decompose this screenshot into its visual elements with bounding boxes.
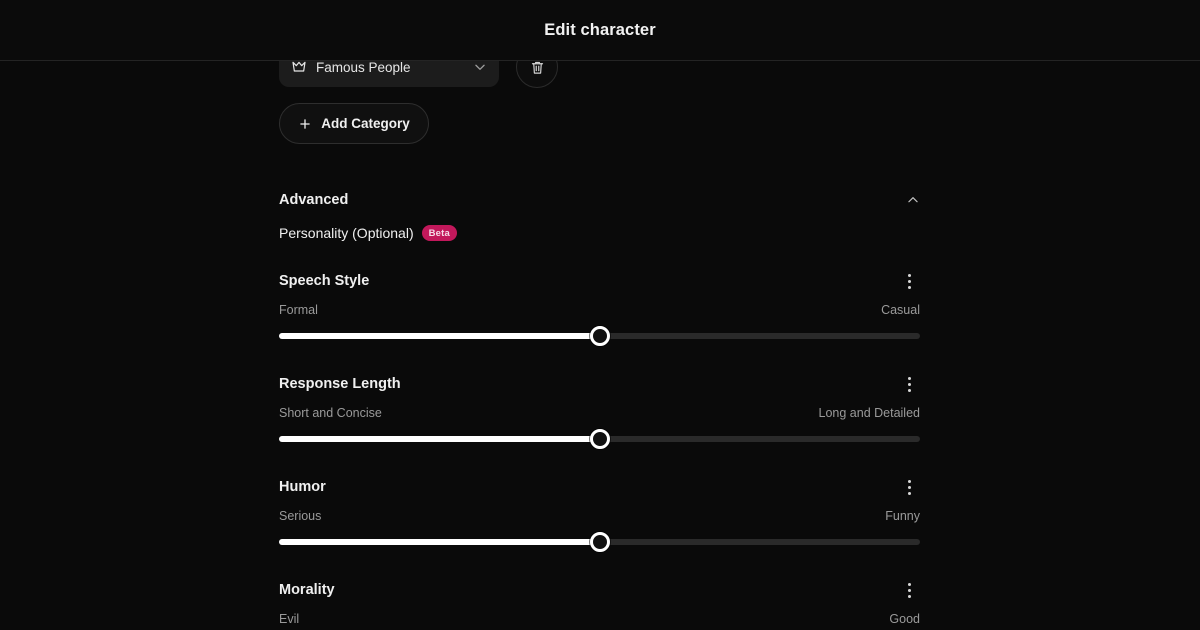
trait-header: Speech Style	[279, 270, 920, 292]
category-row: Famous People	[279, 61, 920, 89]
page-header: Edit character	[0, 0, 1200, 61]
page-title: Edit character	[544, 20, 656, 39]
personality-label: Personality (Optional)	[279, 225, 414, 241]
slider-thumb[interactable]	[589, 326, 610, 346]
kebab-menu-icon[interactable]	[898, 373, 920, 395]
kebab-menu-icon[interactable]	[898, 476, 920, 498]
trait-name: Response Length	[279, 376, 401, 392]
trait-right-label: Funny	[885, 509, 920, 523]
slider-fill	[279, 539, 600, 545]
add-category-label: Add Category	[321, 116, 410, 131]
trait-end-labels: Evil Good	[279, 612, 920, 626]
advanced-title: Advanced	[279, 192, 349, 208]
trait-name: Morality	[279, 582, 335, 598]
trait-end-labels: Serious Funny	[279, 509, 920, 523]
trait-block: Speech Style Formal Casual	[279, 270, 920, 346]
traits-list: Speech Style Formal Casual Response Length S…	[279, 270, 920, 630]
star-icon	[292, 61, 306, 72]
trait-left-label: Short and Concise	[279, 406, 382, 420]
trait-left-label: Formal	[279, 303, 318, 317]
kebab-menu-icon[interactable]	[898, 579, 920, 601]
trait-left-label: Serious	[279, 509, 322, 523]
trait-right-label: Casual	[881, 303, 920, 317]
trait-block: Response Length Short and Concise Long and…	[279, 373, 920, 449]
advanced-section-toggle[interactable]: Advanced	[279, 189, 920, 211]
trait-right-label: Good	[889, 612, 920, 626]
slider-fill	[279, 333, 600, 339]
trait-header: Morality	[279, 579, 920, 601]
trait-block: Humor Serious Funny	[279, 476, 920, 552]
personality-row: Personality (Optional) Beta	[279, 223, 920, 243]
trait-header: Humor	[279, 476, 920, 498]
chevron-up-icon	[908, 197, 918, 203]
edit-character-screen: Edit character Famous People Add Categor…	[0, 0, 1200, 630]
category-value: Famous People	[316, 61, 411, 75]
trait-slider[interactable]	[279, 532, 920, 552]
trait-left-label: Evil	[279, 612, 300, 626]
kebab-menu-icon[interactable]	[898, 270, 920, 292]
scroll-body[interactable]: Famous People Add Category Advanced Pers…	[0, 61, 1200, 630]
plus-icon	[300, 118, 310, 129]
form-content: Famous People Add Category Advanced Pers…	[279, 61, 920, 630]
trash-icon	[531, 61, 543, 74]
slider-fill	[279, 436, 600, 442]
slider-thumb[interactable]	[589, 532, 610, 552]
trait-right-label: Long and Detailed	[818, 406, 920, 420]
trait-slider[interactable]	[279, 326, 920, 346]
trait-name: Humor	[279, 479, 326, 495]
trait-end-labels: Formal Casual	[279, 303, 920, 317]
trait-slider[interactable]	[279, 429, 920, 449]
trait-header: Response Length	[279, 373, 920, 395]
trait-end-labels: Short and Concise Long and Detailed	[279, 406, 920, 420]
trait-name: Speech Style	[279, 273, 370, 289]
add-category-button[interactable]: Add Category	[279, 103, 429, 144]
category-dropdown[interactable]: Famous People	[279, 61, 499, 87]
delete-category-button[interactable]	[516, 61, 558, 88]
beta-badge: Beta	[421, 225, 458, 241]
trait-block: Morality Evil Good	[279, 579, 920, 630]
slider-thumb[interactable]	[589, 429, 610, 449]
chevron-down-icon	[475, 64, 485, 70]
